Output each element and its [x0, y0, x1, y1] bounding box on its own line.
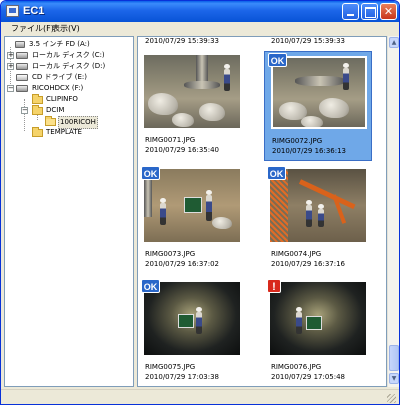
vertical-scrollbar[interactable]: ▲ ▼ [387, 36, 399, 387]
thumbnail-item[interactable]: OK RIMG0073.JPG 2010/07/29 16:37:02 [138, 165, 246, 275]
tree-item-dcim[interactable]: − DCIM [5, 105, 133, 116]
tree-item-label: ローカル ディスク (D:) [32, 62, 106, 70]
tree-item-100ricoh[interactable]: 100RICOH [5, 116, 133, 129]
scroll-up-icon[interactable]: ▲ [389, 37, 399, 48]
thumbnail-filename: RIMG0074.JPG [271, 250, 322, 258]
window-title: EC1 [23, 5, 45, 17]
thumbnail-item-selected[interactable]: OK RIMG0072.JPG 2010/07/29 16:36:13 [264, 51, 372, 161]
tree-item-label: 3.5 インチ FD (A:) [29, 40, 90, 48]
thumbnail-date: 2010/07/29 16:37:02 [145, 260, 220, 268]
ok-badge-icon: OK [141, 279, 160, 293]
removable-drive-icon [16, 85, 28, 92]
tree-item-removable-drive[interactable]: − RICOHDCX (F:) [5, 83, 133, 94]
hard-drive-icon [16, 52, 28, 59]
ok-badge-icon: OK [268, 53, 287, 67]
menu-file[interactable]: ファイル(F) [11, 23, 54, 35]
photo-construction-icon [144, 55, 240, 128]
collapse-icon[interactable]: − [21, 107, 28, 114]
expand-icon[interactable]: + [7, 52, 14, 59]
photo-tunnel-icon [270, 282, 366, 355]
folder-open-icon [45, 116, 56, 126]
thumbnail-date: 2010/07/29 17:03:38 [145, 373, 220, 381]
minimize-button[interactable] [342, 3, 359, 20]
hard-drive-icon [16, 63, 28, 70]
thumbnail-date: 2010/07/29 15:39:33 [145, 37, 220, 45]
resize-grip-icon[interactable] [387, 394, 396, 403]
thumbnail-date: 2010/07/29 16:35:40 [145, 146, 220, 154]
warning-badge-icon: ! [267, 279, 281, 293]
close-button[interactable]: ✕ [380, 3, 397, 20]
close-icon: ✕ [383, 5, 394, 18]
thumbnail-item[interactable]: OK RIMG0075.JPG 2010/07/29 17:03:38 [138, 278, 246, 386]
tree-item-label: TEMPLATE [46, 128, 82, 136]
tree-item-label: DCIM [46, 106, 65, 114]
tree-item-label: RICOHDCX (F:) [32, 84, 84, 92]
thumbnail-date: 2010/07/29 15:39:33 [271, 37, 346, 45]
menu-view[interactable]: 表示(V) [52, 23, 80, 35]
thumbnail-date: 2010/07/29 16:37:16 [271, 260, 346, 268]
tree-item-floppy[interactable]: 3.5 インチ FD (A:) [5, 39, 133, 50]
tree-item-clipinfo[interactable]: CLIPINFO [5, 94, 133, 105]
tree-item-d-drive[interactable]: + ローカル ディスク (D:) [5, 61, 133, 72]
thumbnail-date: 2010/07/29 16:36:13 [272, 147, 347, 155]
ok-badge-icon: OK [267, 166, 286, 180]
thumbnail-filename: RIMG0073.JPG [145, 250, 196, 258]
app-icon [6, 5, 19, 17]
scroll-down-icon[interactable]: ▼ [389, 373, 399, 384]
app-window: EC1 ✕ ファイル(F) 表示(V) 3.5 インチ FD (A:) + ロー… [0, 0, 400, 405]
thumbnail-image [270, 282, 366, 355]
tree-item-label: CLIPINFO [46, 95, 78, 103]
tree-item-cd-drive[interactable]: CD ドライブ (E:) [5, 72, 133, 83]
cd-drive-icon [16, 74, 28, 81]
thumbnail-item[interactable]: ! RIMG0076.JPG 2010/07/29 17:05:48 [264, 278, 372, 386]
thumbnail-filename: RIMG0072.JPG [272, 137, 323, 145]
thumbnail-filename: RIMG0071.JPG [145, 136, 196, 144]
thumbnail-filename: RIMG0075.JPG [145, 363, 196, 371]
ok-badge-icon: OK [141, 166, 160, 180]
tree-item-c-drive[interactable]: + ローカル ディスク (C:) [5, 50, 133, 61]
folder-icon [32, 127, 43, 137]
thumbnail-item[interactable]: RIMG0071.JPG 2010/07/29 16:35:40 [138, 51, 246, 161]
floppy-drive-icon [15, 41, 25, 48]
photo-construction-icon [273, 58, 365, 127]
expand-icon[interactable]: + [7, 63, 14, 70]
tree-item-template[interactable]: TEMPLATE [5, 127, 133, 138]
collapse-icon[interactable]: − [7, 85, 14, 92]
tree-item-label: ローカル ディスク (C:) [32, 51, 105, 59]
thumbnail-image [144, 55, 240, 128]
thumbnail-item[interactable]: OK RIMG0074.JPG 2010/07/29 16:37:16 [264, 165, 372, 275]
thumbnail-filename: RIMG0076.JPG [271, 363, 322, 371]
status-bar [1, 389, 399, 404]
tree-item-label: CD ドライブ (E:) [32, 73, 87, 81]
maximize-button[interactable] [361, 3, 378, 20]
thumbnail-grid[interactable]: 2010/07/29 15:39:33 2010/07/29 15:39:33 … [137, 36, 387, 387]
scrollbar-thumb[interactable] [389, 345, 399, 371]
title-bar[interactable]: EC1 ✕ [1, 1, 399, 22]
folder-tree[interactable]: 3.5 インチ FD (A:) + ローカル ディスク (C:) + ローカル … [4, 36, 134, 387]
folder-icon [32, 105, 43, 115]
menu-bar: ファイル(F) 表示(V) [1, 22, 399, 36]
folder-icon [32, 94, 43, 104]
thumbnail-date: 2010/07/29 17:05:48 [271, 373, 346, 381]
